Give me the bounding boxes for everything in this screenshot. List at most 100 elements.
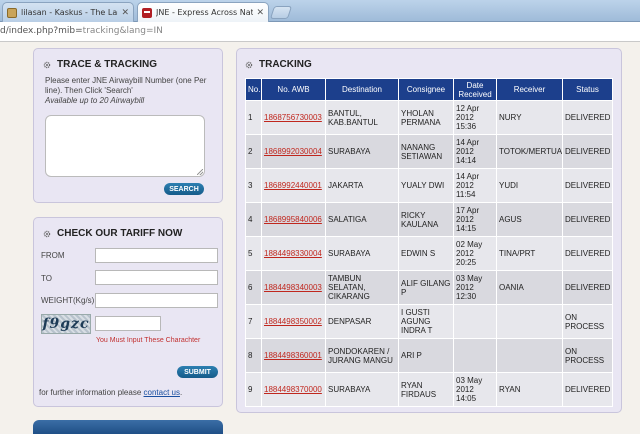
weight-label: WEIGHT(Kg/s)	[41, 296, 95, 305]
consignee-cell: YHOLAN PERMANA	[398, 100, 454, 135]
url-query: tracking&lang=IN	[82, 26, 163, 36]
further-info: for further information please contact u…	[39, 388, 182, 397]
row-number: 4	[245, 202, 262, 237]
receiver-cell: RYAN	[496, 372, 563, 407]
new-tab-button[interactable]	[269, 6, 293, 19]
table-row: 9 1884498370000 SURABAYA RYAN FIRDAUS 03 May…	[245, 372, 613, 407]
receiver-cell: AGUS	[496, 202, 563, 237]
awb-link[interactable]: 1884498330004	[264, 249, 322, 258]
trace-title-text: TRACE & TRACKING	[57, 59, 157, 70]
awb-link[interactable]: 1884498370000	[264, 385, 322, 394]
kaskus-favicon-icon	[7, 7, 17, 18]
receiver-cell: OANIA	[496, 270, 563, 305]
receiver-cell: TINA/PRT	[496, 236, 563, 271]
destination-cell: PONDOKAREN / JURANG MANGU	[325, 338, 399, 373]
close-icon[interactable]: ✕	[121, 8, 129, 18]
awb-cell: 1868992440001	[261, 168, 326, 203]
date-received-cell	[453, 338, 497, 373]
table-row: 7 1884498350002 DENPASAR I GUSTI AGUNG INDR…	[245, 304, 613, 339]
consignee-cell: I GUSTI AGUNG INDRA T	[398, 304, 454, 339]
receiver-cell: TOTOK/MERTUA	[496, 134, 563, 169]
to-input[interactable]	[95, 270, 218, 285]
browser-tab-jne[interactable]: JNE - Express Across Nation ✕	[137, 2, 269, 22]
date-received-cell: 17 Apr 2012 14:15	[453, 202, 497, 237]
tariff-title-text: CHECK OUR TARIFF NOW	[57, 228, 183, 239]
airwaybill-textarea[interactable]	[45, 115, 205, 177]
column-header: Consignee	[398, 78, 454, 101]
row-number: 3	[245, 168, 262, 203]
tab-label: JNE - Express Across Nation	[156, 8, 254, 17]
awb-link[interactable]: 1884498360001	[264, 351, 322, 360]
url-main: d/index.php?mib=	[0, 26, 83, 36]
status-cell: DELIVERED	[562, 372, 613, 407]
awb-link[interactable]: 1868992030004	[264, 147, 322, 156]
status-cell: ON PROCESS	[562, 304, 613, 339]
consignee-cell: RICKY KAULANA	[398, 202, 454, 237]
captcha-warning: You Must Input These Charachter	[96, 337, 201, 344]
awb-link[interactable]: 1868756730003	[264, 113, 322, 122]
from-label: FROM	[41, 251, 65, 260]
receiver-cell: NURY	[496, 100, 563, 135]
destination-cell: SURABAYA	[325, 372, 399, 407]
row-number: 5	[245, 236, 262, 271]
row-number: 6	[245, 270, 262, 305]
awb-cell: 1884498330004	[261, 236, 326, 271]
date-received-cell: 14 Apr 2012 11:54	[453, 168, 497, 203]
address-bar[interactable]: d/index.php?mib=tracking&lang=IN	[0, 22, 640, 42]
destination-cell: TAMBUN SELATAN, CIKARANG	[325, 270, 399, 305]
gear-icon	[43, 230, 51, 237]
status-cell: DELIVERED	[562, 270, 613, 305]
trace-tracking-panel: TRACE & TRACKING Please enter JNE Airway…	[33, 48, 223, 203]
table-header-row: No. No. AWB Destination Consignee Date R…	[245, 78, 613, 101]
receiver-cell	[496, 338, 563, 373]
resize-grip-icon[interactable]	[197, 169, 203, 175]
column-header: Destination	[325, 78, 399, 101]
date-received-cell	[453, 304, 497, 339]
awb-cell: 1884498360001	[261, 338, 326, 373]
trace-instructions: Please enter JNE Airwaybill Number (one …	[45, 76, 217, 106]
gear-icon	[43, 61, 51, 68]
tariff-panel-title: CHECK OUR TARIFF NOW	[43, 228, 182, 239]
status-cell: DELIVERED	[562, 134, 613, 169]
trace-panel-title: TRACE & TRACKING	[43, 59, 157, 70]
column-header: Status	[562, 78, 613, 101]
awb-link[interactable]: 1868992440001	[264, 181, 322, 190]
contact-us-link[interactable]: contact us	[144, 388, 180, 397]
consignee-cell: YUALY DWI	[398, 168, 454, 203]
jne-favicon-icon	[142, 7, 152, 18]
tracking-table: No. No. AWB Destination Consignee Date R…	[245, 78, 613, 407]
receiver-cell	[496, 304, 563, 339]
captcha-image: f9gzc	[41, 314, 91, 334]
awb-link[interactable]: 1884498350002	[264, 317, 322, 326]
awb-cell: 1884498350002	[261, 304, 326, 339]
table-row: 8 1884498360001 PONDOKAREN / JURANG MANGU A…	[245, 338, 613, 373]
awb-link[interactable]: 1868995840006	[264, 215, 322, 224]
row-number: 2	[245, 134, 262, 169]
from-input[interactable]	[95, 248, 218, 263]
row-number: 8	[245, 338, 262, 373]
table-row: 6 1884498340003 TAMBUN SELATAN, CIKARANG AL…	[245, 270, 613, 305]
destination-cell: DENPASAR	[325, 304, 399, 339]
column-header: No.	[245, 78, 262, 101]
status-cell: DELIVERED	[562, 202, 613, 237]
date-received-cell: 02 May 2012 20:25	[453, 236, 497, 271]
row-number: 9	[245, 372, 262, 407]
tariff-panel: CHECK OUR TARIFF NOW FROM TO WEIGHT(Kg/s…	[33, 217, 223, 407]
trace-availability-text: Available up to 20 Airwaybill	[45, 96, 145, 105]
destination-cell: SALATIGA	[325, 202, 399, 237]
browser-tab-bar: lilasan - Kaskus - The Larges ✕ JNE - Ex…	[0, 0, 640, 22]
close-icon[interactable]: ✕	[256, 8, 264, 18]
column-header: Date Received	[453, 78, 497, 101]
search-button[interactable]: SEARCH	[164, 183, 204, 195]
weight-input[interactable]	[95, 293, 218, 308]
trace-instruction-text: Please enter JNE Airwaybill Number (one …	[45, 76, 207, 95]
submit-button[interactable]: SUBMIT	[177, 366, 218, 378]
table-row: 4 1868995840006 SALATIGA RICKY KAULANA 17 Ap…	[245, 202, 613, 237]
status-cell: DELIVERED	[562, 168, 613, 203]
browser-tab-kaskus[interactable]: lilasan - Kaskus - The Larges ✕	[2, 2, 134, 22]
awb-link[interactable]: 1884498340003	[264, 283, 322, 292]
awb-cell: 1868756730003	[261, 100, 326, 135]
captcha-input[interactable]	[95, 316, 161, 331]
consignee-cell: RYAN FIRDAUS	[398, 372, 454, 407]
gear-icon	[245, 61, 253, 68]
